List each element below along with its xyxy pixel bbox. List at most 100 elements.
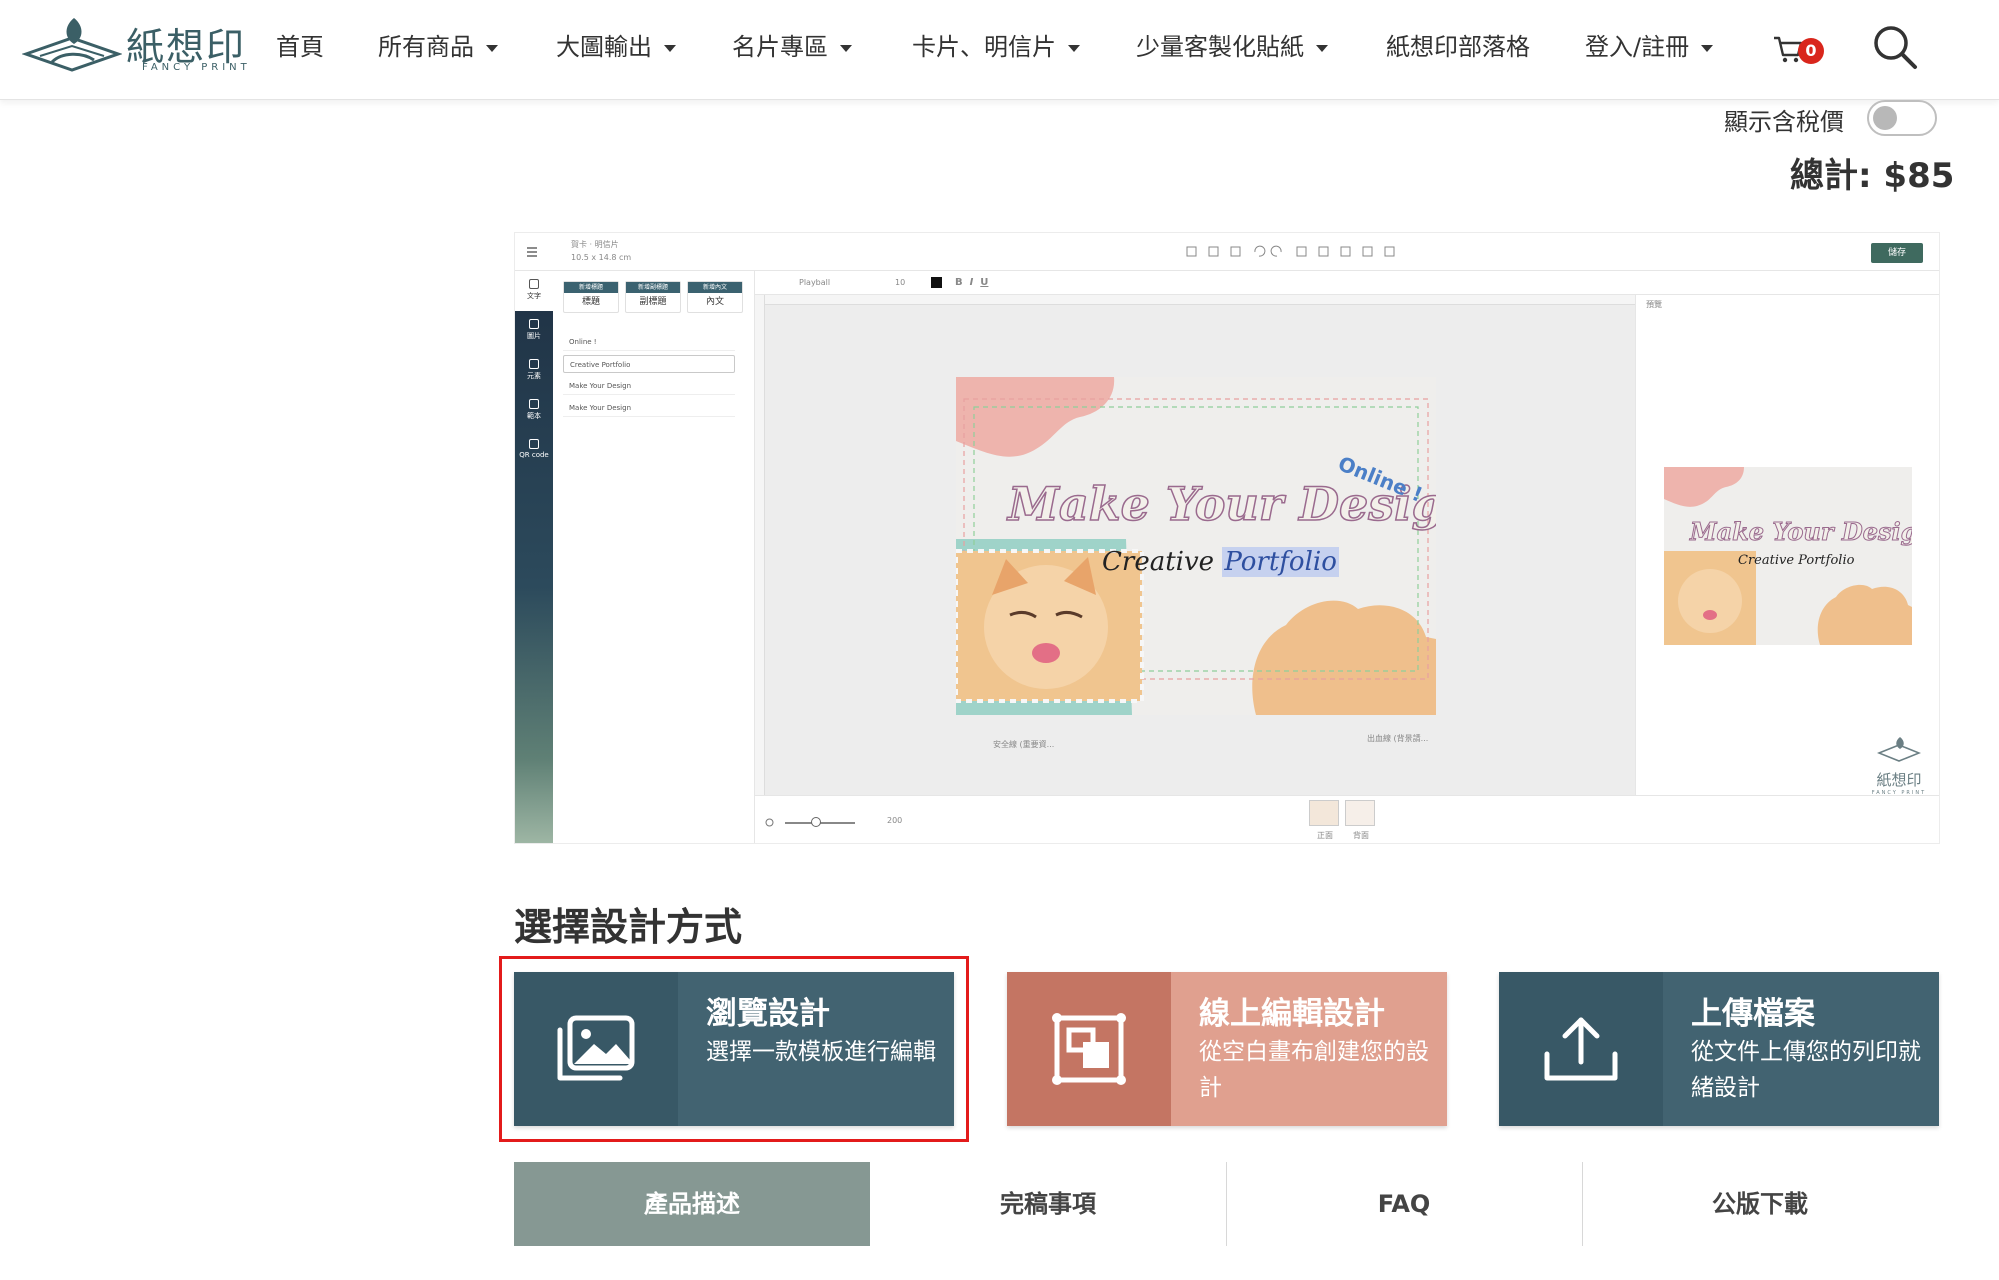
menu-icon <box>527 247 537 257</box>
option-description: 從文件上傳您的列印就緒設計 <box>1691 1039 1921 1101</box>
design-card-preview: Make Your Design Creative Portfolio <box>1664 467 1912 645</box>
panel-add-title: 新增標題 標題 <box>563 281 619 313</box>
tax-toggle-label: 顯示含稅價 <box>1724 108 1844 136</box>
tab-template-download[interactable]: 公版下載 <box>1582 1162 1938 1246</box>
option-text-panel: 線上編輯設計 從空白畫布創建您的設計 <box>1171 972 1447 1126</box>
caret-down-icon <box>1701 44 1714 52</box>
image-tool-icon <box>529 319 539 329</box>
nav-item-1[interactable]: 所有商品 <box>378 30 498 64</box>
layer-row: Creative Portfolio <box>563 355 735 373</box>
color-swatch <box>931 277 942 288</box>
nav-item-3[interactable]: 名片專區 <box>732 30 852 64</box>
bleed-line-label: 出血線 (背景請... <box>1367 734 1429 743</box>
nav-item-7[interactable]: 登入/註冊 <box>1585 30 1714 64</box>
editor-bottombar: 200 正面 背面 <box>755 795 1939 843</box>
option-title: 線上編輯設計 <box>1199 996 1385 1032</box>
panel-btn-label: 副標題 <box>639 297 667 307</box>
nav-item-4[interactable]: 卡片、明信片 <box>912 30 1080 64</box>
tax-toggle-switch[interactable] <box>1867 100 1937 136</box>
editor-save-button: 儲存 <box>1871 243 1923 263</box>
panel-add-subtitle: 新增副標題 副標題 <box>625 281 681 313</box>
page-label-back: 背面 <box>1353 831 1369 840</box>
layer-row: Make Your Design <box>563 377 735 395</box>
logo-mark-icon <box>22 18 122 72</box>
editor-toolbar-icons <box>1186 245 1395 257</box>
preview-subtitle-part: Creative <box>1738 553 1795 568</box>
format-bold-icon: B I U <box>955 277 989 288</box>
watermark-logo-icon <box>1876 737 1922 762</box>
online-edit-option[interactable]: 線上編輯設計 從空白畫布創建您的設計 <box>1007 972 1447 1126</box>
card-subtitle-highlight: Portfolio <box>1222 547 1339 577</box>
panel-btn-top: 新增內文 <box>688 282 742 293</box>
preview-card-title: Make Your Design <box>1690 517 1912 547</box>
logo-subtext: FANCY PRINT <box>142 62 251 73</box>
nav-item-label: 大圖輸出 <box>556 33 652 61</box>
font-name: Playball <box>799 278 831 287</box>
highlight-box <box>499 956 969 1142</box>
panel-btn-label: 標題 <box>581 297 600 307</box>
preview-card-subtitle: Creative Portfolio <box>1738 553 1854 568</box>
editor-size: 10.5 x 14.8 cm <box>571 253 632 262</box>
nav-item-label: 少量客製化貼紙 <box>1136 33 1304 61</box>
nav-item-label: 名片專區 <box>732 33 828 61</box>
rail-label: 元素 <box>527 372 541 380</box>
rail-item-qrcode: QR code <box>515 439 553 459</box>
layer-row: Online ! <box>563 333 735 351</box>
caret-down-icon <box>840 44 852 52</box>
editor-topbar: 賀卡 · 明信片 10.5 x 14.8 cm 儲存 <box>515 233 1939 271</box>
upload-icon <box>1544 1017 1618 1081</box>
nav-item-label: 首頁 <box>276 33 324 61</box>
nav-item-0[interactable]: 首頁 <box>276 30 324 64</box>
site-logo[interactable]: 紙想印 FANCY PRINT <box>22 12 252 78</box>
rail-item-element: 元素 <box>515 359 553 381</box>
panel-add-body: 新增內文 內文 <box>687 281 743 313</box>
editor-side-rail: 文字 圖片 元素 範本 QR code <box>515 271 553 843</box>
panel-btn-label: 內文 <box>705 297 724 307</box>
zoom-out-icon <box>765 818 774 827</box>
editor-breadcrumb: 賀卡 · 明信片 <box>571 240 619 249</box>
tab-product-description[interactable]: 產品描述 <box>514 1162 870 1246</box>
editor-preview-pane: 預覽 Make Your Design Creative Portfolio 紙… <box>1635 295 1939 796</box>
template-tool-icon <box>529 399 539 409</box>
top-navbar: 紙想印 FANCY PRINT 首頁 所有商品 大圖輸出 名片專區 卡片、明信片 少量客製… <box>0 0 1999 100</box>
option-text-panel: 上傳檔案 從文件上傳您的列印就緒設計 <box>1663 972 1939 1126</box>
tab-faq[interactable]: FAQ <box>1226 1162 1582 1246</box>
canvas-edit-icon <box>1052 1013 1126 1085</box>
option-title: 上傳檔案 <box>1691 996 1815 1032</box>
element-tool-icon <box>529 359 539 369</box>
page-thumb-front <box>1309 800 1339 826</box>
nav-item-5[interactable]: 少量客製化貼紙 <box>1136 30 1328 64</box>
toggle-knob <box>1873 106 1897 130</box>
watermark-logo: 紙想印 FANCY PRINT <box>1864 735 1934 796</box>
option-icon-panel <box>1007 972 1185 1126</box>
tab-artwork-notes[interactable]: 完稿事項 <box>870 1162 1226 1246</box>
nav-item-6[interactable]: 紙想印部落格 <box>1386 30 1530 64</box>
total-price: 總計: $85 <box>1790 156 1955 196</box>
rail-item-text: 文字 <box>515 271 553 311</box>
nav-item-label: 紙想印部落格 <box>1386 33 1530 61</box>
preview-subtitle-part-2: Portfolio <box>1798 553 1855 568</box>
qrcode-tool-icon <box>529 439 539 449</box>
panel-btn-top: 新增標題 <box>564 282 618 293</box>
editor-text-panel: 新增標題 標題 新增副標題 副標題 新增內文 內文 Online ! Creat… <box>553 271 755 843</box>
ruler-top <box>755 295 1635 305</box>
option-description: 從空白畫布創建您的設計 <box>1199 1039 1429 1101</box>
search-button[interactable] <box>1870 22 1920 72</box>
search-icon <box>1874 26 1917 69</box>
nav-item-2[interactable]: 大圖輸出 <box>556 30 676 64</box>
cart-count-badge: 0 <box>1798 38 1824 64</box>
cart-button[interactable]: 0 <box>1772 30 1828 70</box>
rail-label: QR code <box>519 451 549 459</box>
design-card-main: Make Your Design Creative Portfolio Onli… <box>956 377 1436 715</box>
caret-down-icon <box>664 44 676 52</box>
text-tool-icon <box>529 279 539 289</box>
card-subtitle: Creative Portfolio <box>1102 547 1339 577</box>
page-thumb-back <box>1345 800 1375 826</box>
panel-btn-top: 新增副標題 <box>626 282 680 293</box>
preview-label: 預覽 <box>1646 300 1662 309</box>
editor-preview-image: 賀卡 · 明信片 10.5 x 14.8 cm 儲存 文字 圖片 元素 範本 Q… <box>514 232 1940 844</box>
upload-file-option[interactable]: 上傳檔案 從文件上傳您的列印就緒設計 <box>1499 972 1939 1126</box>
page-label-front: 正面 <box>1317 831 1333 840</box>
nav-item-label: 卡片、明信片 <box>912 33 1056 61</box>
card-art <box>956 377 1436 715</box>
